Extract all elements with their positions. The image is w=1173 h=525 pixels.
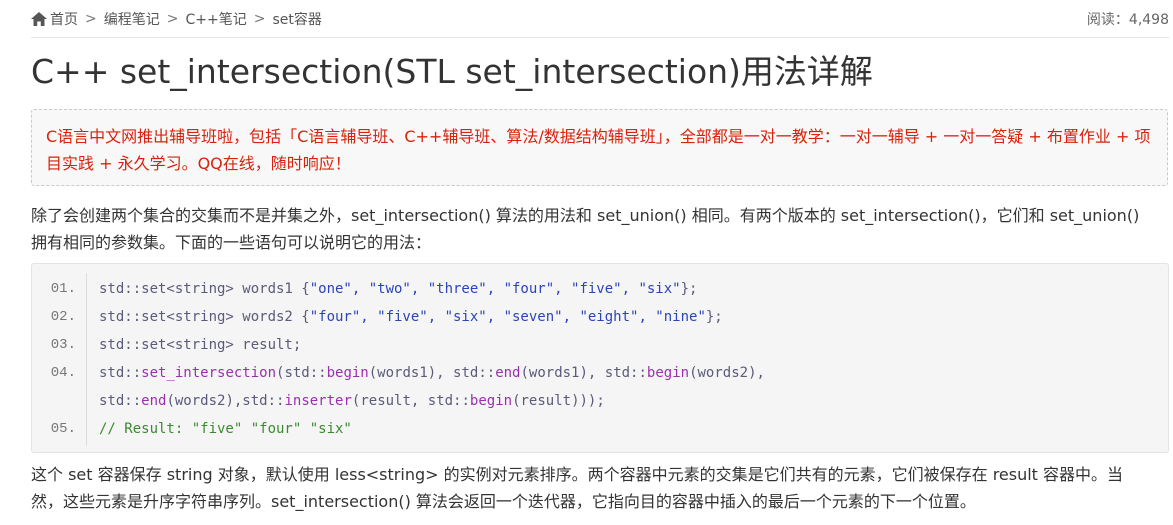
code-text: std::end(words2),std::inserter(result, s…	[99, 387, 605, 415]
code-token: (result, std::	[351, 393, 470, 409]
code-token: // Result: "five" "four" "six"	[99, 421, 352, 437]
intro-paragraph: 除了会创建两个集合的交集而不是并集之外，set_intersection() 算…	[31, 206, 1140, 252]
code-token: begin	[326, 365, 369, 381]
code-line: 01. std::set<string> words1 {"one", "two"…	[32, 275, 1168, 303]
article-page: 首页 > 编程笔记 > C++笔记 > set容器 阅读：4,498 C++ s…	[0, 0, 1173, 525]
code-line: 05. // Result: "five" "four" "six"	[32, 415, 1168, 443]
breadcrumb-separator: >	[85, 11, 97, 27]
line-number: 04.	[50, 365, 76, 381]
breadcrumb-separator: >	[166, 11, 179, 27]
code-text: // Result: "five" "four" "six"	[99, 415, 352, 443]
code-token: std::set<string> words2 {	[99, 309, 310, 325]
code-token: (words2),	[689, 365, 765, 381]
home-icon[interactable]	[31, 12, 47, 26]
code-token: std::set<string> result;	[99, 337, 302, 353]
code-token: (words1), std::	[520, 365, 647, 381]
breadcrumb-item-programming-notes[interactable]: 编程笔记	[104, 9, 160, 29]
line-number: 03.	[50, 337, 76, 353]
code-text: std::set<string> words2 {"four", "five",…	[99, 303, 723, 331]
top-bar: 首页 > 编程笔记 > C++笔记 > set容器 阅读：4,498	[31, 6, 1169, 32]
code-text: std::set_intersection(std::begin(words1)…	[99, 359, 765, 387]
line-number: 01.	[50, 281, 76, 297]
code-token: begin	[469, 393, 513, 409]
read-count: 阅读：4,498	[1086, 12, 1169, 28]
breadcrumb-item-set-container[interactable]: set容器	[272, 9, 321, 29]
code-token: std::	[99, 393, 142, 409]
header-divider	[31, 37, 1169, 38]
breadcrumb-home-link[interactable]: 首页	[50, 9, 78, 29]
line-number: 05.	[50, 421, 76, 437]
breadcrumb: 首页 > 编程笔记 > C++笔记 > set容器	[31, 9, 322, 29]
code-line: 02. std::set<string> words2 {"four", "fiv…	[32, 303, 1168, 331]
code-token: };	[680, 281, 698, 297]
breadcrumb-item-cpp-notes[interactable]: C++笔记	[185, 9, 246, 29]
code-line: 03. std::set<string> result;	[32, 331, 1168, 359]
code-token: std::	[99, 365, 142, 381]
code-token: };	[705, 309, 723, 325]
code-token: (words2),std::	[166, 393, 285, 409]
code-token: (std::	[276, 365, 327, 381]
code-token: set_intersection	[141, 365, 277, 381]
line-number: 02.	[50, 309, 76, 325]
code-token: (result)));	[512, 393, 605, 409]
code-token: begin	[646, 365, 690, 381]
code-line: 04. std::set_intersection(std::begin(word…	[32, 359, 1168, 387]
page-title: C++ set_intersection(STL set_intersectio…	[31, 52, 873, 91]
promo-notice: C语言中文网推出辅导班啦，包括「C语言辅导班、C++辅导班、算法/数据结构辅导班…	[31, 109, 1168, 186]
code-token: end	[141, 393, 167, 409]
code-token: (words1), std::	[368, 365, 496, 381]
code-line: std::end(words2),std::inserter(result, s…	[32, 387, 1168, 415]
code-token: std::set<string> words1 {	[99, 281, 310, 297]
breadcrumb-separator: >	[253, 11, 266, 27]
code-text: std::set<string> result;	[99, 331, 301, 359]
code-block: 01. std::set<string> words1 {"one", "two"…	[31, 263, 1169, 453]
code-token: end	[495, 365, 521, 381]
code-text: std::set<string> words1 {"one", "two", "…	[99, 275, 697, 303]
outro-paragraph: 这个 set 容器保存 string 对象，默认使用 less<string> …	[31, 465, 1124, 511]
code-token: "one", "two", "three", "four", "five", "…	[309, 281, 681, 297]
code-token: "four", "five", "six", "seven", "eight",…	[309, 309, 706, 325]
code-token: inserter	[284, 393, 352, 409]
line-number	[32, 387, 76, 415]
